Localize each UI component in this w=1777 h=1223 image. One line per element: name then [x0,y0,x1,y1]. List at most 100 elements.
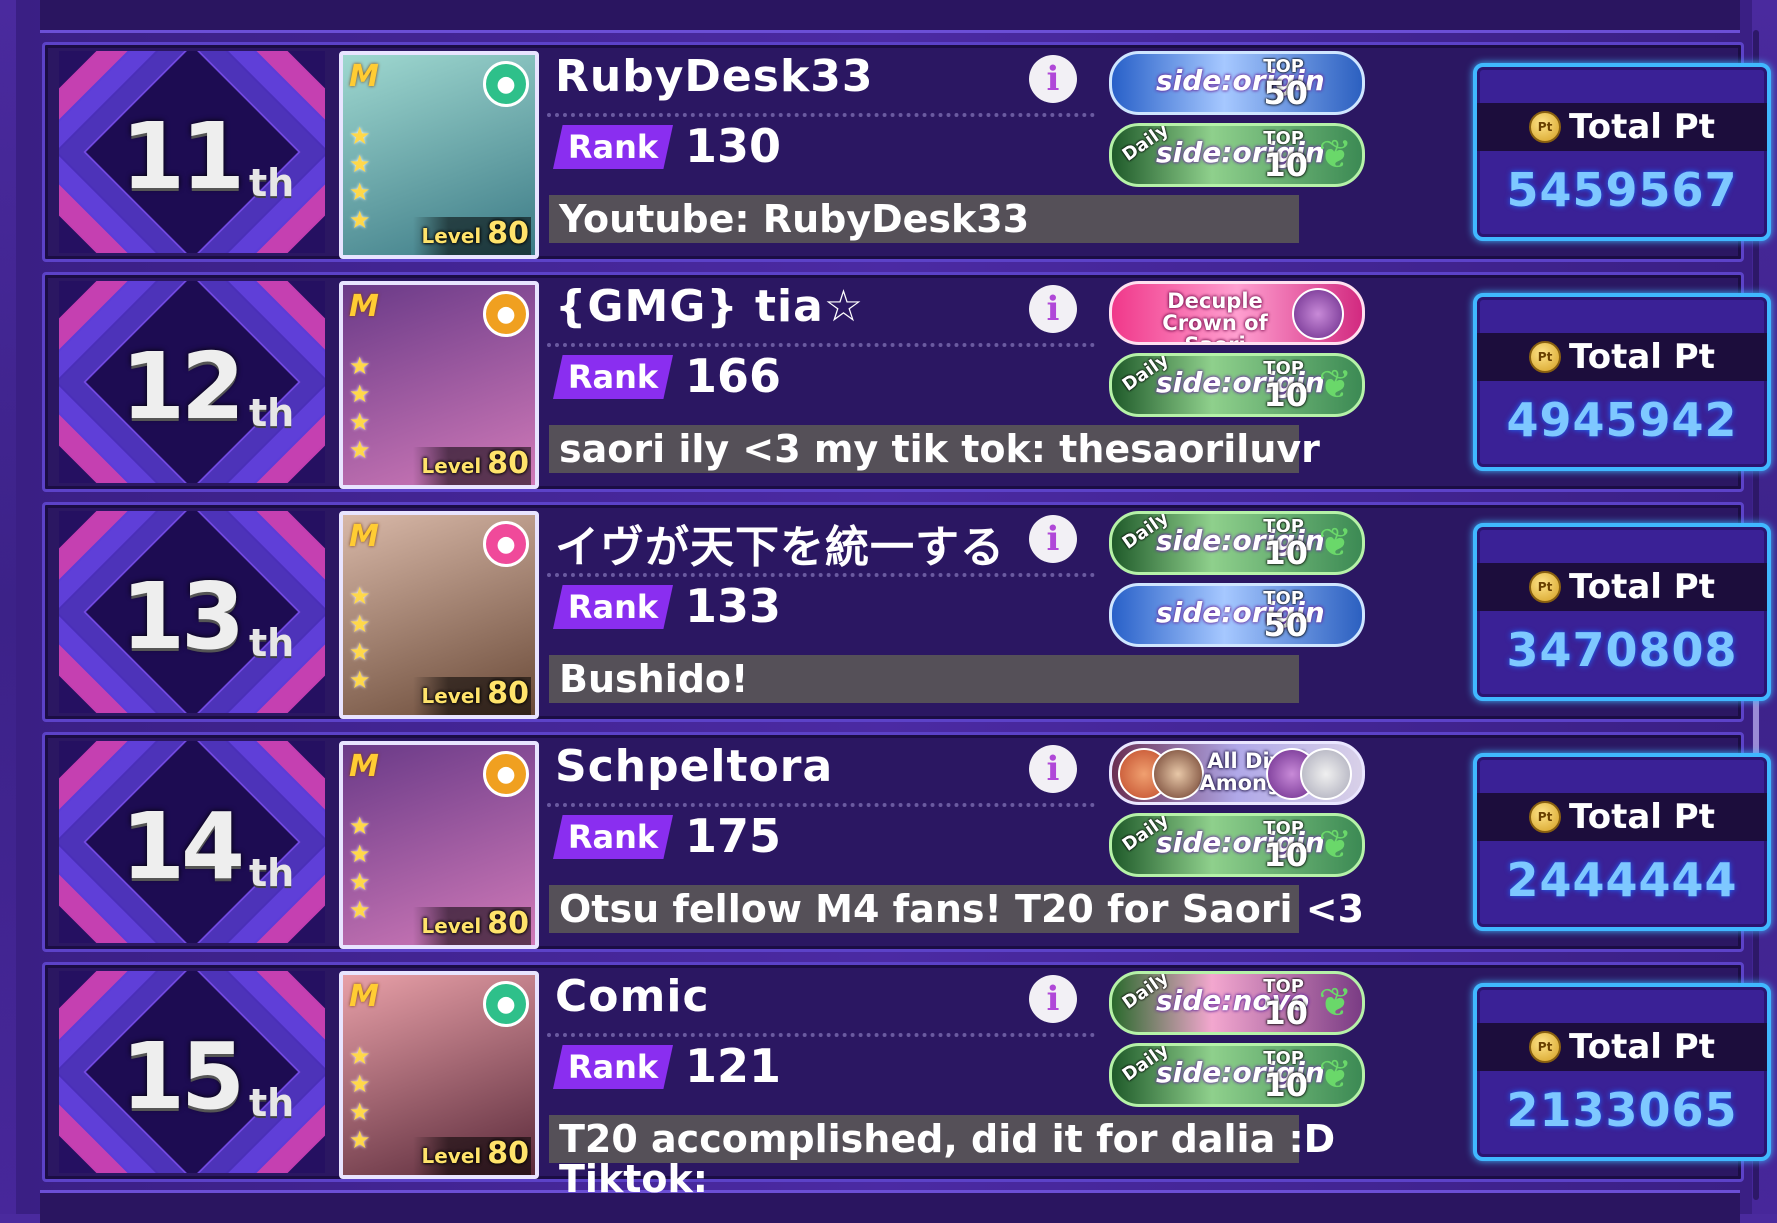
top-number: 10 [1263,534,1308,572]
dotted-divider [547,803,1095,807]
top-number: 10 [1263,1066,1308,1104]
event-rank-badge[interactable]: side:origin TOP 50 [1109,51,1365,115]
leaderboard-row[interactable]: 12 th M ● ★ ★ ★ ★ Level 80 {GMG} tia☆ i R… [42,272,1771,492]
bottom-row-edge [40,1190,1740,1223]
info-icon[interactable]: i [1029,975,1077,1023]
leaderboard-row[interactable]: 15 th M ● ★ ★ ★ ★ Level 80 Comic i Rank 1… [42,962,1771,1201]
info-icon[interactable]: i [1029,515,1077,563]
leaderboard-row[interactable]: 14 th M ● ★ ★ ★ ★ Level 80 Schpeltora i R… [42,732,1771,952]
rank-position-suffix: th [249,1081,295,1125]
ribbon-icon: ● [483,521,529,567]
card-level: Level 80 [421,446,529,481]
total-points-panel: Pt Total Pt 4945942 [1473,293,1771,471]
top-number: 50 [1263,74,1308,112]
leaderboard-row[interactable]: 13 th M ● ★ ★ ★ ★ Level 80 イヴが天下を統一する i R… [42,502,1771,722]
event-rank-badge[interactable]: Daily side:origin TOP 10 ❦ [1109,123,1365,187]
top-number: 10 [1263,836,1308,874]
title-badge[interactable]: Decuple Crown of Saori [1109,281,1365,345]
total-points-header: Pt Total Pt [1477,793,1767,841]
leaf-icon: ● [483,981,529,1027]
top-number: 50 [1263,606,1308,644]
event-rank-badge[interactable]: Daily side:origin TOP 10 ❦ [1109,353,1365,417]
rank-position-tile: 12 th [59,281,325,483]
rank-position-number: 11 [121,103,245,210]
star-icon: ★ [349,610,371,638]
event-rank-badge[interactable]: Daily side:novo TOP 10 ❦ [1109,971,1365,1035]
top-number: 10 [1263,146,1308,184]
event-rank-badge[interactable]: Daily side:origin TOP 10 ❦ [1109,1043,1365,1107]
total-points-label: Total Pt [1569,797,1715,837]
event-coin-icon: Pt [1529,111,1562,143]
star-icon: ★ [349,582,371,610]
rank-position-number: 12 [121,333,245,440]
m-logo-icon: M [349,289,379,324]
total-points-panel: Pt Total Pt 2133065 [1473,983,1771,1161]
info-icon[interactable]: i [1029,55,1077,103]
player-comment: Youtube: RubyDesk33 [549,195,1299,243]
event-rank-badge[interactable]: Daily side:origin TOP 10 ❦ [1109,511,1365,575]
total-points-value: 3470808 [1506,623,1738,677]
laurel-icon: ❦ [1318,822,1352,868]
total-points-panel: Pt Total Pt 2444444 [1473,753,1771,931]
member-card[interactable]: M ● ★ ★ ★ ★ Level 80 [339,281,539,489]
event-rank-badge[interactable]: Daily side:origin TOP 10 ❦ [1109,813,1365,877]
m-logo-icon: M [349,519,379,554]
rarity-stars: ★ ★ ★ ★ [349,1043,371,1153]
rank-badge: Rank [553,125,673,169]
event-rank-badge[interactable]: side:origin TOP 50 [1109,583,1365,647]
star-icon: ★ [349,638,371,666]
star-icon: ★ [349,178,371,206]
player-name: イヴが天下を統一する [555,522,1005,573]
rank-badge: Rank [553,355,673,399]
rank-badge: Rank [553,585,673,629]
star-icon: ★ [349,896,371,924]
rank-position-suffix: th [249,161,295,205]
rank-position-number: 14 [121,793,245,900]
total-points-header: Pt Total Pt [1477,333,1767,381]
rank-position-number: 15 [121,1023,245,1130]
top-number: 10 [1263,994,1308,1032]
laurel-icon: ❦ [1318,362,1352,408]
player-rank-value: 133 [685,579,782,633]
member-card[interactable]: M ● ★ ★ ★ ★ Level 80 [339,741,539,949]
info-icon[interactable]: i [1029,285,1077,333]
rank-position-suffix: th [249,391,295,435]
total-points-value: 4945942 [1506,393,1738,447]
member-card[interactable]: M ● ★ ★ ★ ★ Level 80 [339,971,539,1179]
total-points-header: Pt Total Pt [1477,103,1767,151]
player-comment: T20 accomplished, did it for dalia :D Ti… [549,1115,1335,1201]
laurel-icon: ❦ [1318,520,1352,566]
star-icon: ★ [349,206,371,234]
player-comment: saori ily <3 my tik tok: thesaoriluvr [549,425,1320,473]
event-coin-icon: Pt [1529,571,1562,603]
total-points-value: 2133065 [1506,1083,1738,1137]
laurel-icon: ❦ [1318,1052,1352,1098]
rarity-stars: ★ ★ ★ ★ [349,123,371,233]
event-coin-icon: Pt [1529,341,1562,373]
m-logo-icon: M [349,979,379,1014]
star-icon: ★ [349,1098,371,1126]
level-value: 80 [487,906,529,941]
star-icon: ★ [349,352,371,380]
total-points-panel: Pt Total Pt 3470808 [1473,523,1771,701]
star-icon: ★ [349,1126,371,1154]
leaderboard-row[interactable]: 11 th M ● ★ ★ ★ ★ Level 80 RubyDesk33 i R… [42,42,1771,262]
level-value: 80 [487,446,529,481]
rank-position-tile: 11 th [59,51,325,253]
total-points-label: Total Pt [1569,567,1715,607]
card-level: Level 80 [421,676,529,711]
level-label: Level [421,684,482,708]
info-icon[interactable]: i [1029,745,1077,793]
dotted-divider [547,113,1095,117]
comment-text: Youtube: RubyDesk33 [559,197,1030,241]
member-card[interactable]: M ● ★ ★ ★ ★ Level 80 [339,51,539,259]
level-label: Level [421,1144,482,1168]
member-card[interactable]: M ● ★ ★ ★ ★ Level 80 [339,511,539,719]
star-icon: ★ [349,380,371,408]
m-logo-icon: M [349,59,379,94]
total-points-label: Total Pt [1569,107,1715,147]
title-badge[interactable]: All Divided Among Four [1109,741,1365,805]
card-level: Level 80 [421,216,529,251]
rank-position-suffix: th [249,621,295,665]
rarity-stars: ★ ★ ★ ★ [349,353,371,463]
